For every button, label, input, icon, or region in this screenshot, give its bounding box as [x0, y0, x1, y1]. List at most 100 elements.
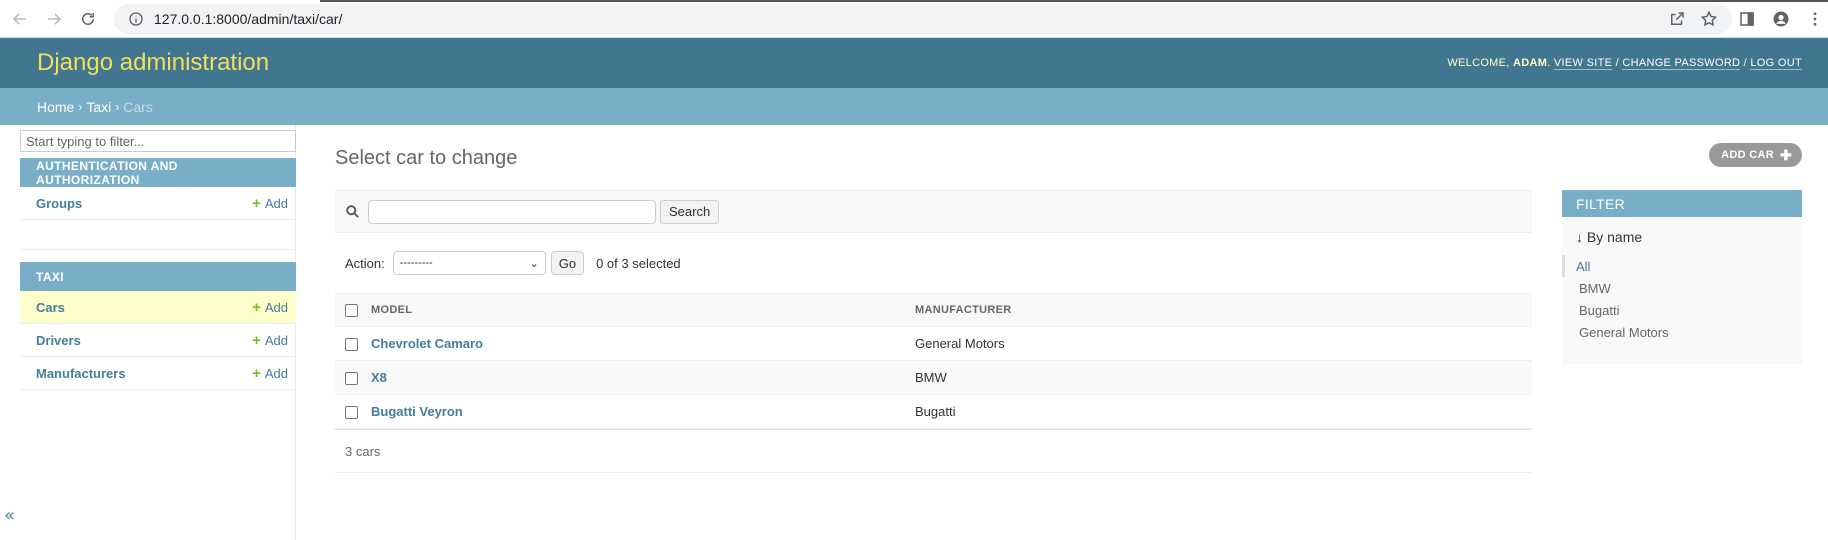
tab-strip-edge — [0, 0, 1828, 2]
breadcrumb-home[interactable]: Home — [37, 99, 74, 115]
column-header-model[interactable]: MODEL — [371, 293, 915, 327]
go-button[interactable]: Go — [550, 251, 585, 275]
change-password-link[interactable]: CHANGE PASSWORD — [1622, 57, 1741, 70]
view-site-link[interactable]: VIEW SITE — [1553, 57, 1613, 70]
filter-option-bugatti[interactable]: Bugatti — [1562, 299, 1802, 321]
groups-link[interactable]: Groups — [36, 196, 82, 211]
table-row: Chevrolet Camaro General Motors — [335, 326, 1532, 361]
manufacturer-cell: BMW — [915, 360, 1532, 395]
sidebar-item-cars: Cars + Add — [20, 291, 296, 324]
column-header-manufacturer[interactable]: MANUFACTURER — [915, 293, 1532, 327]
chevron-down-icon: ⌄ — [529, 257, 539, 270]
actions-bar: Action: --------- ⌄ Go 0 of 3 selected — [335, 233, 1532, 293]
admin-header: Django administration WELCOME, ADAM. VIE… — [0, 38, 1828, 88]
module-spacer — [20, 220, 296, 250]
add-car-button[interactable]: ADD CAR ✚ — [1709, 143, 1802, 167]
user-tools-separator: / — [1743, 57, 1748, 69]
plus-icon: + — [252, 194, 261, 212]
model-link[interactable]: X8 — [371, 370, 387, 385]
module-taxi: TAXI Cars + Add Drivers + Add Manufacturer… — [20, 262, 296, 390]
url-text[interactable]: 127.0.0.1:8000/admin/taxi/car/ — [154, 11, 1668, 27]
profile-icon[interactable] — [1772, 10, 1790, 28]
arrow-left-icon — [12, 12, 26, 25]
add-label: Add — [264, 365, 288, 381]
model-cell: X8 — [371, 360, 915, 395]
table-row: Bugatti Veyron Bugatti — [335, 394, 1532, 429]
search-input[interactable] — [368, 199, 656, 224]
nav-sidebar: AUTHENTICATION AND AUTHORIZATION Groups … — [0, 125, 296, 540]
paginator: 3 cars — [335, 429, 1532, 473]
breadcrumb: Home › Taxi › Cars — [0, 88, 1828, 125]
search-button[interactable]: Search — [660, 199, 720, 224]
filter-by-name[interactable]: ↓ By name — [1562, 217, 1802, 245]
filter-title: FILTER — [1562, 190, 1802, 217]
model-link[interactable]: Chevrolet Camaro — [371, 336, 483, 351]
collapse-sidebar-icon[interactable]: « — [4, 505, 15, 526]
add-car-link[interactable]: + Add — [252, 299, 288, 316]
sidebar-item-groups: Groups + Add — [20, 187, 296, 220]
welcome-text: WELCOME, — [1447, 57, 1510, 69]
reload-icon — [82, 12, 94, 25]
filter-option-bmw[interactable]: BMW — [1562, 277, 1802, 299]
manufacturer-cell: General Motors — [915, 326, 1532, 361]
share-icon[interactable] — [1668, 10, 1686, 28]
table-row: X8 BMW — [335, 360, 1532, 395]
add-label: Add — [264, 299, 288, 315]
model-cell: Chevrolet Camaro — [371, 326, 915, 361]
back-button[interactable] — [6, 5, 34, 33]
results-column: Search Action: --------- ⌄ Go 0 of 3 sel… — [335, 190, 1532, 473]
manufacturers-link[interactable]: Manufacturers — [36, 366, 126, 381]
site-branding[interactable]: Django administration — [37, 49, 269, 77]
module-caption-taxi[interactable]: TAXI — [20, 262, 296, 291]
plus-icon: + — [252, 364, 261, 382]
sidebar-item-drivers: Drivers + Add — [20, 324, 296, 357]
row-checkbox[interactable] — [345, 406, 358, 420]
drivers-link[interactable]: Drivers — [36, 333, 81, 348]
add-car-label: ADD CAR — [1721, 149, 1774, 161]
module-caption-auth[interactable]: AUTHENTICATION AND AUTHORIZATION — [20, 158, 296, 187]
breadcrumb-separator: › — [78, 99, 83, 114]
filter-option-all[interactable]: All — [1562, 255, 1802, 277]
action-selected-option: --------- — [399, 257, 433, 269]
breadcrumb-taxi[interactable]: Taxi — [86, 99, 111, 115]
arrow-right-icon — [48, 12, 62, 25]
plus-icon: + — [252, 298, 261, 316]
page-title: Select car to change — [335, 147, 518, 169]
sidebar-item-manufacturers: Manufacturers + Add — [20, 357, 296, 390]
select-all-checkbox[interactable] — [345, 303, 358, 317]
nav-filter-input[interactable] — [20, 130, 296, 152]
address-bar[interactable]: 127.0.0.1:8000/admin/taxi/car/ — [114, 3, 1732, 34]
star-icon[interactable] — [1700, 10, 1718, 28]
add-group-link[interactable]: + Add — [252, 195, 288, 212]
side-panel-icon[interactable] — [1738, 10, 1756, 28]
main-area: AUTHENTICATION AND AUTHORIZATION Groups … — [0, 125, 1828, 540]
add-manufacturer-link[interactable]: + Add — [252, 365, 288, 382]
user-tools-separator: / — [1615, 57, 1619, 69]
search-toolbar: Search — [335, 190, 1532, 233]
cars-link[interactable]: Cars — [36, 300, 65, 315]
filter-option-general-motors[interactable]: General Motors — [1562, 321, 1802, 343]
row-checkbox[interactable] — [345, 338, 358, 352]
add-driver-link[interactable]: + Add — [252, 332, 288, 349]
row-checkbox-cell — [335, 326, 371, 361]
username: ADAM — [1513, 57, 1548, 69]
plus-icon: ✚ — [1779, 146, 1792, 163]
menu-dots-icon[interactable] — [1806, 10, 1824, 28]
add-label: Add — [264, 332, 288, 348]
info-icon[interactable] — [128, 11, 144, 27]
table-header-row: MODEL MANUFACTURER — [335, 293, 1532, 327]
row-checkbox[interactable] — [345, 372, 358, 386]
search-icon — [346, 205, 359, 218]
forward-button[interactable] — [40, 5, 68, 33]
row-checkbox-cell — [335, 394, 371, 429]
user-tools: WELCOME, ADAM. VIEW SITE / CHANGE PASSWO… — [1447, 57, 1802, 70]
changelist: Search Action: --------- ⌄ Go 0 of 3 sel… — [335, 190, 1802, 473]
breadcrumb-separator: › — [115, 99, 120, 114]
row-checkbox-cell — [335, 360, 371, 395]
model-link[interactable]: Bugatti Veyron — [371, 404, 463, 419]
module-auth: AUTHENTICATION AND AUTHORIZATION Groups … — [20, 158, 296, 250]
action-select[interactable]: --------- ⌄ — [392, 251, 546, 275]
reload-button[interactable] — [74, 5, 102, 33]
browser-toolbar: 127.0.0.1:8000/admin/taxi/car/ — [0, 0, 1828, 38]
log-out-link[interactable]: LOG OUT — [1750, 57, 1802, 70]
